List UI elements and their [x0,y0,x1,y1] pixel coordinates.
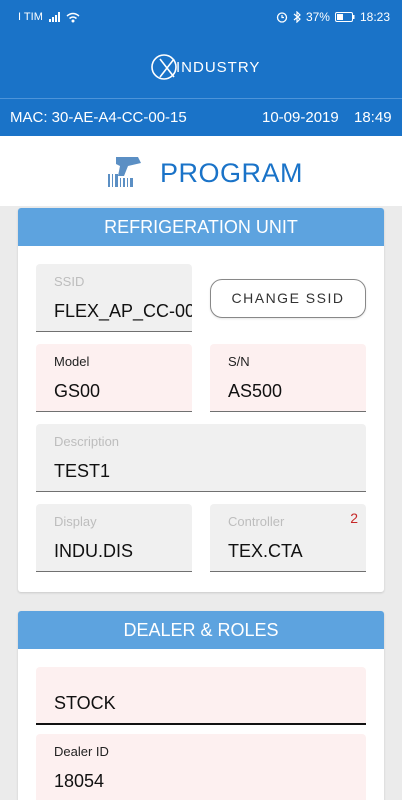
model-label: Model [54,354,90,369]
wifi-icon [66,12,80,22]
sn-label: S/N [228,354,250,369]
refrigeration-unit-header: REFRIGERATION UNIT [18,208,384,246]
description-value: TEST1 [54,461,111,481]
model-value: GS00 [54,381,101,401]
info-bar: MAC: 30-AE-A4-CC-00-15 10-09-2019 18:49 [0,98,402,136]
controller-count-badge: 2 [350,510,358,526]
display-field[interactable]: Display INDU.DIS [36,504,192,572]
role-field[interactable]: STOCK [36,667,366,725]
battery-icon [334,12,355,22]
model-field[interactable]: Model GS00 [36,344,192,412]
status-bar: I TIM 37% 18:23 [0,0,402,36]
ssid-label: SSID [54,274,85,289]
alarm-icon [276,12,288,23]
description-label: Description [54,434,120,449]
ssid-field[interactable]: SSID FLEX_AP_CC-00-15 [36,264,192,332]
role-value: STOCK [54,693,116,713]
app-bar: INDUSTRY [0,36,402,98]
bluetooth-icon [293,11,301,23]
page-title: PROGRAM [160,158,304,188]
dealer-roles-card: DEALER & ROLES STOCK Dealer ID 18054 [18,611,384,800]
change-ssid-button[interactable]: CHANGE SSID [210,279,366,318]
display-value: INDU.DIS [54,541,134,561]
description-field[interactable]: Description TEST1 [36,424,366,492]
clock: 18:23 [359,10,390,24]
app-logo: INDUSTRY [150,52,260,82]
controller-label: Controller [228,514,285,529]
dealer-id-value: 18054 [54,771,105,791]
mac-address: MAC: 30-AE-A4-CC-00-15 [10,109,187,126]
battery-percent: 37% [305,10,330,24]
page-header: PROGRAM [0,136,402,206]
dealer-id-label: Dealer ID [54,744,109,759]
dealer-id-field[interactable]: Dealer ID 18054 [36,734,366,800]
info-date: 10-09-2019 [262,109,339,126]
controller-value: TEX.CTA [228,541,303,561]
info-time: 18:49 [354,109,392,126]
signal-icon [48,12,60,22]
carrier-label: I TIM [18,11,43,23]
barcode-scanner-icon [108,157,141,187]
dealer-roles-header: DEALER & ROLES [18,611,384,649]
sn-value: AS500 [228,381,283,401]
ssid-value: FLEX_AP_CC-00-15 [54,301,192,321]
logo-text: INDUSTRY [176,58,261,76]
sn-field[interactable]: S/N AS500 [210,344,366,412]
refrigeration-unit-card: REFRIGERATION UNIT SSID FLEX_AP_CC-00-15… [18,208,384,592]
controller-field[interactable]: Controller 2 TEX.CTA [210,504,366,572]
display-label: Display [54,514,97,529]
